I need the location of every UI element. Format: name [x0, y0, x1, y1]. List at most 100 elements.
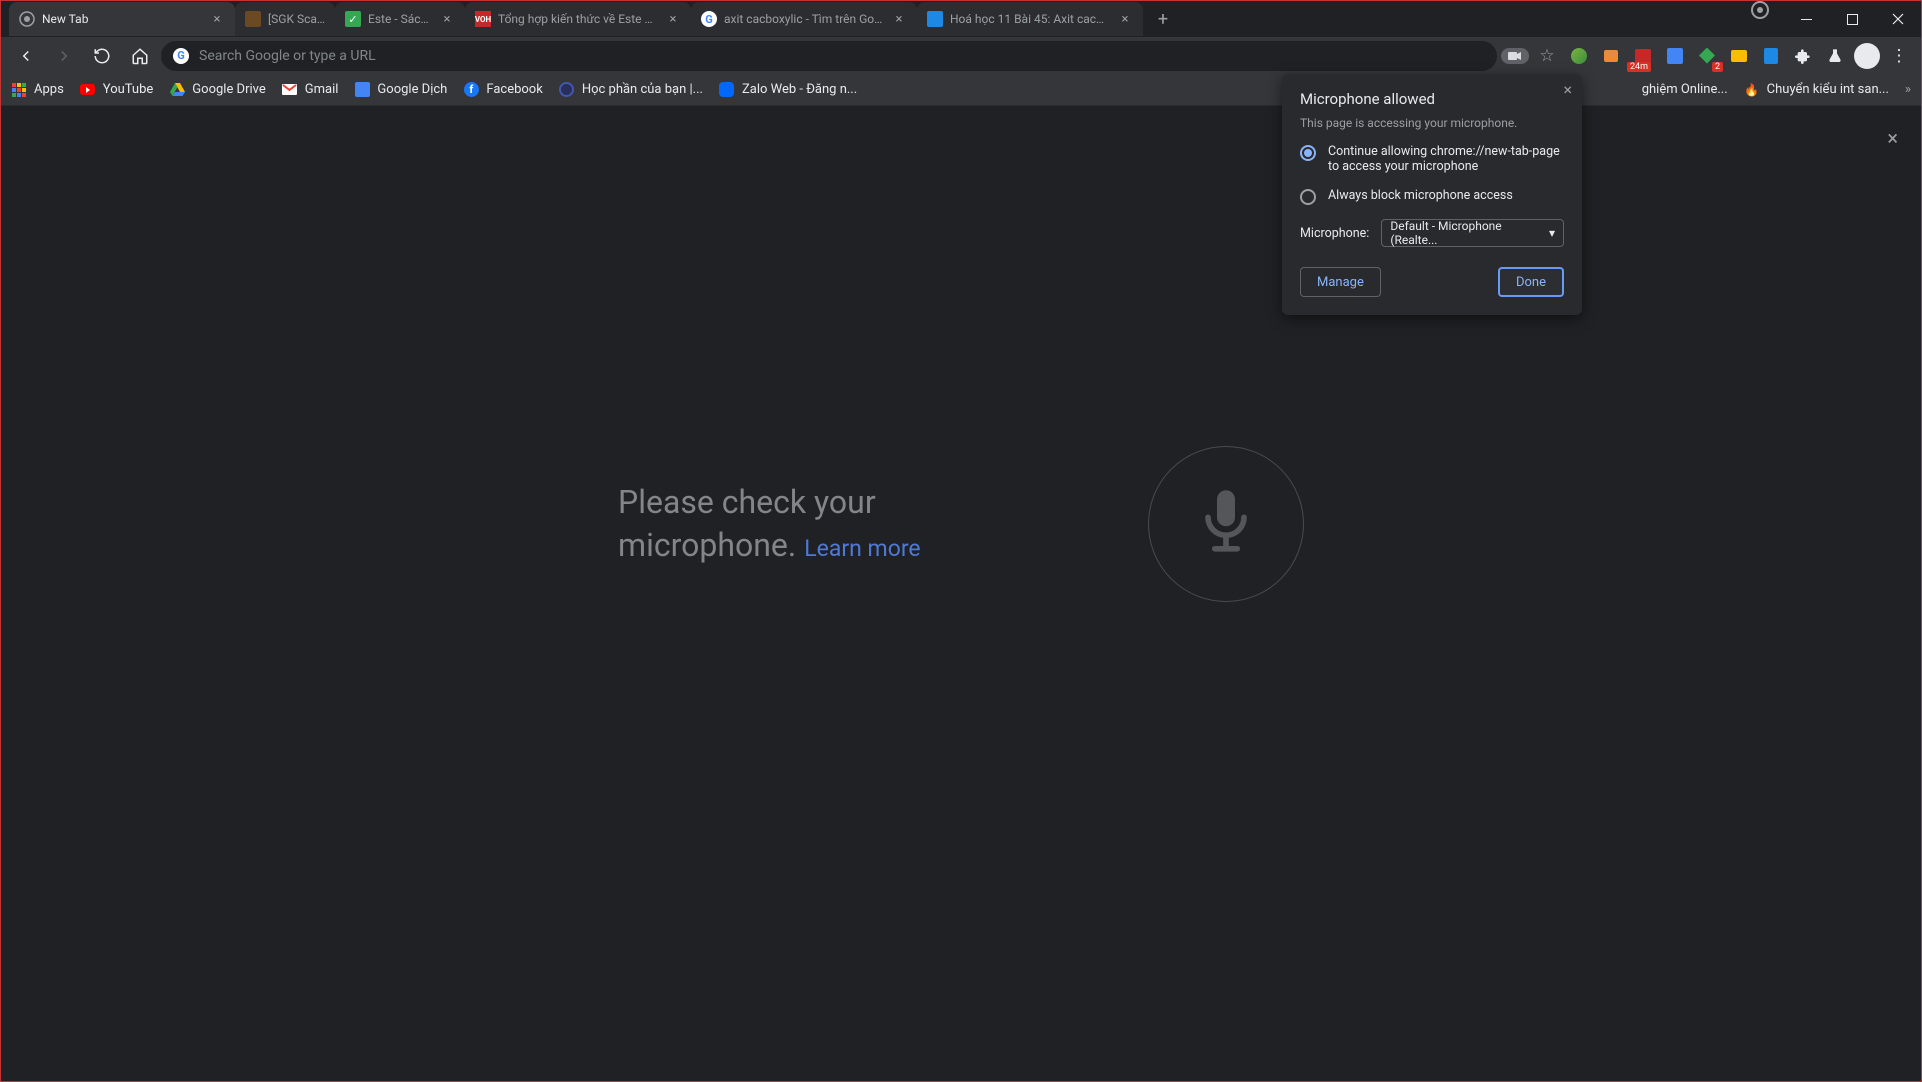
radio-continue-allow[interactable]: Continue allowing chrome://new-tab-page …	[1300, 144, 1564, 174]
extension-icon[interactable]	[1757, 42, 1785, 70]
learn-more-link[interactable]: Learn more	[804, 535, 920, 562]
google-translate-extension-icon[interactable]	[1661, 42, 1689, 70]
gmail-icon	[282, 82, 298, 98]
chevron-down-icon: ▾	[1549, 226, 1555, 240]
omnibox-placeholder: Search Google or type a URL	[199, 48, 376, 64]
close-window-button[interactable]	[1875, 1, 1921, 37]
back-button[interactable]	[9, 41, 43, 71]
bookmark-chuyen-kieu[interactable]: 🔥 Chuyển kiểu int san...	[1744, 82, 1889, 98]
microphone-label: Microphone:	[1300, 226, 1369, 241]
bookmark-label: Apps	[34, 82, 64, 97]
home-button[interactable]	[123, 41, 157, 71]
bookmark-label: Gmail	[305, 82, 339, 97]
chrome-menu-button[interactable]: ⋮	[1885, 42, 1913, 70]
google-icon: G	[701, 11, 717, 27]
youtube-icon	[80, 82, 96, 98]
profile-avatar[interactable]	[1853, 42, 1881, 70]
microphone-select[interactable]: Default - Microphone (Realte... ▾	[1381, 219, 1564, 247]
quizlet-icon	[559, 82, 575, 98]
close-icon[interactable]: ×	[1117, 11, 1133, 27]
bookmark-google-drive[interactable]: Google Drive	[169, 82, 265, 98]
bookmark-star-icon[interactable]: ☆	[1533, 42, 1561, 70]
bookmark-label: YouTube	[103, 82, 154, 97]
tab-sgk[interactable]: [SGK Scan]	[235, 2, 335, 36]
account-indicator-icon[interactable]	[1751, 1, 1769, 19]
radio-unselected-icon	[1300, 189, 1316, 205]
done-button[interactable]: Done	[1498, 267, 1564, 297]
extension-icon[interactable]: 24m	[1629, 42, 1657, 70]
badge: 24m	[1627, 62, 1651, 72]
apps-grid-icon	[11, 82, 27, 98]
bookmark-google-translate[interactable]: Google Dịch	[354, 82, 447, 98]
tab-hoahoc[interactable]: Hoá học 11 Bài 45: Axit cacboxyli ×	[917, 2, 1143, 36]
bookmark-gmail[interactable]: Gmail	[282, 82, 339, 98]
maximize-button[interactable]	[1829, 1, 1875, 37]
bookmark-label: Google Drive	[192, 82, 265, 97]
bookmark-label: Chuyển kiểu int san...	[1767, 82, 1889, 97]
sgk-icon	[245, 11, 261, 27]
doc-icon	[927, 11, 943, 27]
close-icon[interactable]: ×	[209, 11, 225, 27]
camera-indicator-icon[interactable]	[1501, 48, 1529, 64]
zalo-icon	[719, 82, 735, 98]
bookmarks-bar: Apps YouTube Google Drive Gmail Google D…	[1, 74, 1921, 106]
omnibox[interactable]: G Search Google or type a URL	[161, 41, 1497, 71]
reload-button[interactable]	[85, 41, 119, 71]
extension-icon[interactable]	[1597, 42, 1625, 70]
bookmark-trac-nghiem[interactable]: ghiệm Online...	[1642, 82, 1728, 97]
manage-button[interactable]: Manage	[1300, 267, 1381, 297]
bookmark-label: Facebook	[486, 82, 542, 97]
translate-icon	[354, 82, 370, 98]
bookmark-label: Zalo Web - Đăng n...	[742, 82, 857, 97]
address-bar: G Search Google or type a URL ☆ 24m 2 ⋮	[1, 37, 1921, 74]
page-content: × Please check your microphone. Learn mo…	[2, 106, 1920, 1080]
minimize-button[interactable]	[1783, 1, 1829, 37]
window-controls	[1751, 1, 1921, 37]
bookmark-youtube[interactable]: YouTube	[80, 82, 154, 98]
tab-title: Tổng hợp kiến thức về Este giúp	[498, 12, 658, 26]
forward-button[interactable]	[47, 41, 81, 71]
extension-icon[interactable]	[1565, 42, 1593, 70]
popover-close-button[interactable]: ×	[1563, 80, 1572, 99]
tab-este[interactable]: ✓ Este - Sách Giáo K ×	[335, 2, 465, 36]
tab-title: Hoá học 11 Bài 45: Axit cacboxyli	[950, 12, 1110, 26]
tab-voh[interactable]: VOH Tổng hợp kiến thức về Este giúp ×	[465, 2, 691, 36]
new-tab-button[interactable]: +	[1149, 5, 1177, 33]
bookmark-overflow-button[interactable]: »	[1905, 82, 1911, 97]
microphone-icon	[1199, 489, 1253, 559]
tab-title: Este - Sách Giáo K	[368, 12, 432, 26]
tab-title: New Tab	[42, 12, 202, 26]
facebook-icon: f	[463, 82, 479, 98]
popover-title: Microphone allowed	[1300, 90, 1564, 108]
toolbar-right: ☆ 24m 2 ⋮	[1501, 42, 1913, 70]
tab-new-tab[interactable]: New Tab ×	[9, 2, 235, 36]
bookmark-facebook[interactable]: f Facebook	[463, 82, 542, 98]
close-icon[interactable]: ×	[665, 11, 681, 27]
apps-shortcut[interactable]: Apps	[11, 82, 64, 98]
tab-strip: New Tab × [SGK Scan] ✓ Este - Sách Giáo …	[1, 1, 1921, 37]
close-icon[interactable]: ×	[439, 11, 455, 27]
extension-icon[interactable]	[1725, 42, 1753, 70]
radio-label: Always block microphone access	[1328, 188, 1513, 203]
popover-buttons: Manage Done	[1300, 267, 1564, 297]
close-icon[interactable]: ×	[891, 11, 907, 27]
bookmark-label: Học phần của bạn |...	[582, 82, 703, 97]
check-icon: ✓	[345, 11, 361, 27]
chrome-icon	[19, 11, 35, 27]
tab-title: axit cacboxylic - Tìm trên Google	[724, 12, 884, 26]
badge: 2	[1712, 62, 1723, 72]
tab-google-search[interactable]: G axit cacboxylic - Tìm trên Google ×	[691, 2, 917, 36]
google-search-icon: G	[173, 48, 189, 64]
popover-subtitle: This page is accessing your microphone.	[1300, 116, 1564, 130]
radio-label: Continue allowing chrome://new-tab-page …	[1328, 144, 1564, 174]
microphone-button[interactable]	[1148, 446, 1304, 602]
bookmark-quizlet[interactable]: Học phần của bạn |...	[559, 82, 703, 98]
fire-icon: 🔥	[1744, 82, 1760, 98]
mic-message: Please check your microphone. Learn more	[618, 481, 1038, 567]
labs-flask-icon[interactable]	[1821, 42, 1849, 70]
radio-always-block[interactable]: Always block microphone access	[1300, 188, 1564, 205]
extension-icon[interactable]: 2	[1693, 42, 1721, 70]
extensions-puzzle-icon[interactable]	[1789, 42, 1817, 70]
bookmark-zalo[interactable]: Zalo Web - Đăng n...	[719, 82, 857, 98]
close-voice-search-button[interactable]: ×	[1887, 126, 1898, 150]
